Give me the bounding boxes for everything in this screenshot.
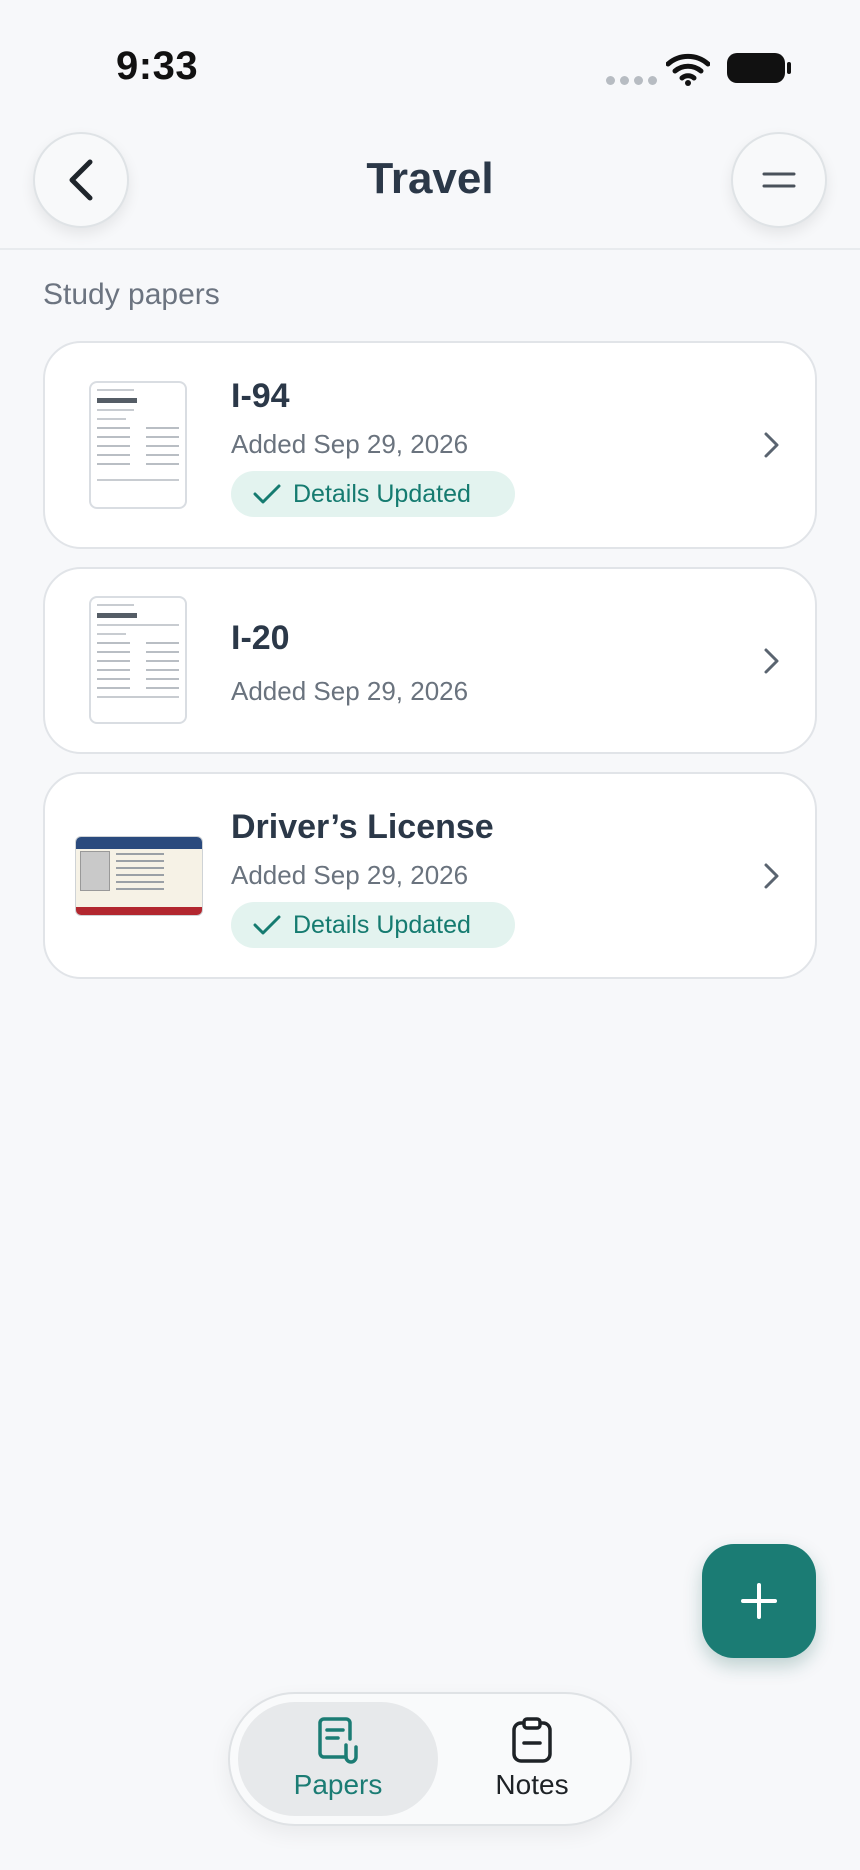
tab-label: Papers	[293, 1769, 383, 1800]
section-label: Study papers	[43, 278, 220, 311]
clipboard-icon	[512, 1717, 552, 1763]
tab-notes[interactable]: Notes	[442, 1702, 622, 1816]
paper-card-i20[interactable]: I-20 Added Sep 29, 2026	[43, 567, 817, 754]
screen: 9:33 Travel Study papers I-94 Added Sep …	[0, 0, 860, 1870]
paper-title: I-94	[231, 377, 290, 415]
document-thumbnail	[89, 596, 187, 724]
badge-label: Details Updated	[293, 479, 471, 508]
status-badge: Details Updated	[231, 902, 515, 948]
chevron-right-icon	[764, 432, 779, 458]
chevron-right-icon	[764, 648, 779, 674]
plus-icon	[741, 1583, 777, 1619]
chevron-right-icon	[764, 863, 779, 889]
header: Travel	[0, 120, 860, 250]
paper-date: Added Sep 29, 2026	[231, 860, 469, 890]
checkmark-icon	[253, 915, 281, 935]
paper-date: Added Sep 29, 2026	[231, 676, 469, 706]
menu-button[interactable]	[731, 132, 827, 228]
status-bar: 9:33	[0, 0, 860, 120]
tab-label: Notes	[495, 1769, 569, 1800]
paper-card-drivers-license[interactable]: Driver’s License Added Sep 29, 2026 Deta…	[43, 772, 817, 979]
tab-bar: Papers Notes	[228, 1692, 632, 1826]
document-thumbnail	[89, 381, 187, 509]
status-time: 9:33	[116, 44, 199, 88]
checkmark-icon	[253, 484, 281, 504]
add-paper-button[interactable]	[702, 1544, 816, 1658]
menu-icon	[762, 172, 796, 188]
papers-icon	[318, 1717, 358, 1764]
paper-card-i94[interactable]: I-94 Added Sep 29, 2026 Details Updated	[43, 341, 817, 549]
paper-date: Added Sep 29, 2026	[231, 429, 469, 459]
wifi-icon	[666, 53, 710, 86]
paper-title: Driver’s License	[231, 808, 494, 846]
badge-label: Details Updated	[293, 910, 471, 939]
cellular-signal-icon	[606, 76, 657, 85]
status-badge: Details Updated	[231, 471, 515, 517]
battery-icon	[727, 53, 791, 83]
tab-papers[interactable]: Papers	[238, 1702, 438, 1816]
license-thumbnail	[75, 836, 203, 916]
paper-title: I-20	[231, 619, 290, 657]
